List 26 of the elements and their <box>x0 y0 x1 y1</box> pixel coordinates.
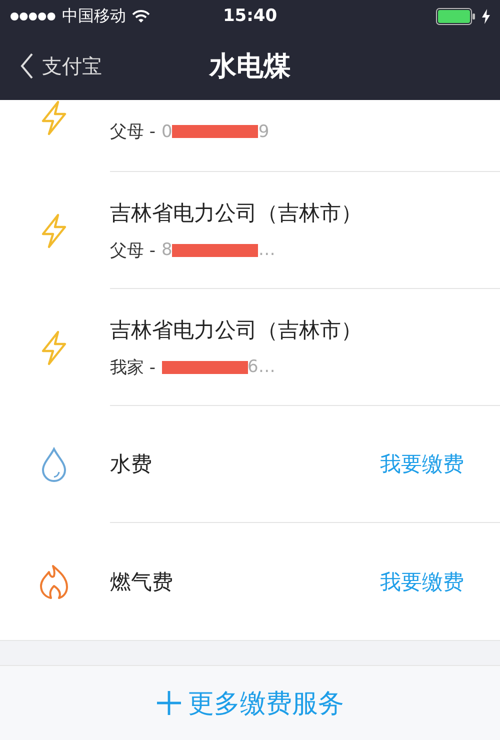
item-title: 吉林省电力公司（吉林市） <box>110 316 362 344</box>
clock-time: 15:40 <box>222 6 278 26</box>
plus-icon <box>156 690 182 716</box>
item-title: 吉林省电力公司（吉林市） <box>110 200 362 226</box>
chevron-left-icon <box>20 53 34 79</box>
account-number: … <box>258 240 276 260</box>
back-button[interactable]: 支付宝 <box>20 52 102 80</box>
item-title: 水费 <box>110 451 152 478</box>
account-owner: 父母 - <box>110 121 156 143</box>
wifi-icon <box>132 10 150 22</box>
account-number: 8 <box>162 240 172 260</box>
lightning-icon <box>39 330 69 366</box>
account-owner: 父母 - <box>110 240 156 262</box>
item-title: 燃气费 <box>110 568 173 596</box>
page-title: 水电煤 <box>210 50 290 84</box>
account-number: 9 <box>258 122 270 142</box>
carrier-name: 中国移动 <box>62 6 126 26</box>
account-number: 6… <box>248 357 276 377</box>
water-drop-icon <box>40 446 68 482</box>
lightning-icon <box>39 212 69 248</box>
battery-icon <box>436 8 476 24</box>
account-number: 0 <box>162 122 172 142</box>
account-owner: 我家 - <box>110 356 156 378</box>
flame-icon <box>38 564 70 600</box>
lightning-icon <box>39 100 69 136</box>
signal-icon <box>10 12 56 20</box>
